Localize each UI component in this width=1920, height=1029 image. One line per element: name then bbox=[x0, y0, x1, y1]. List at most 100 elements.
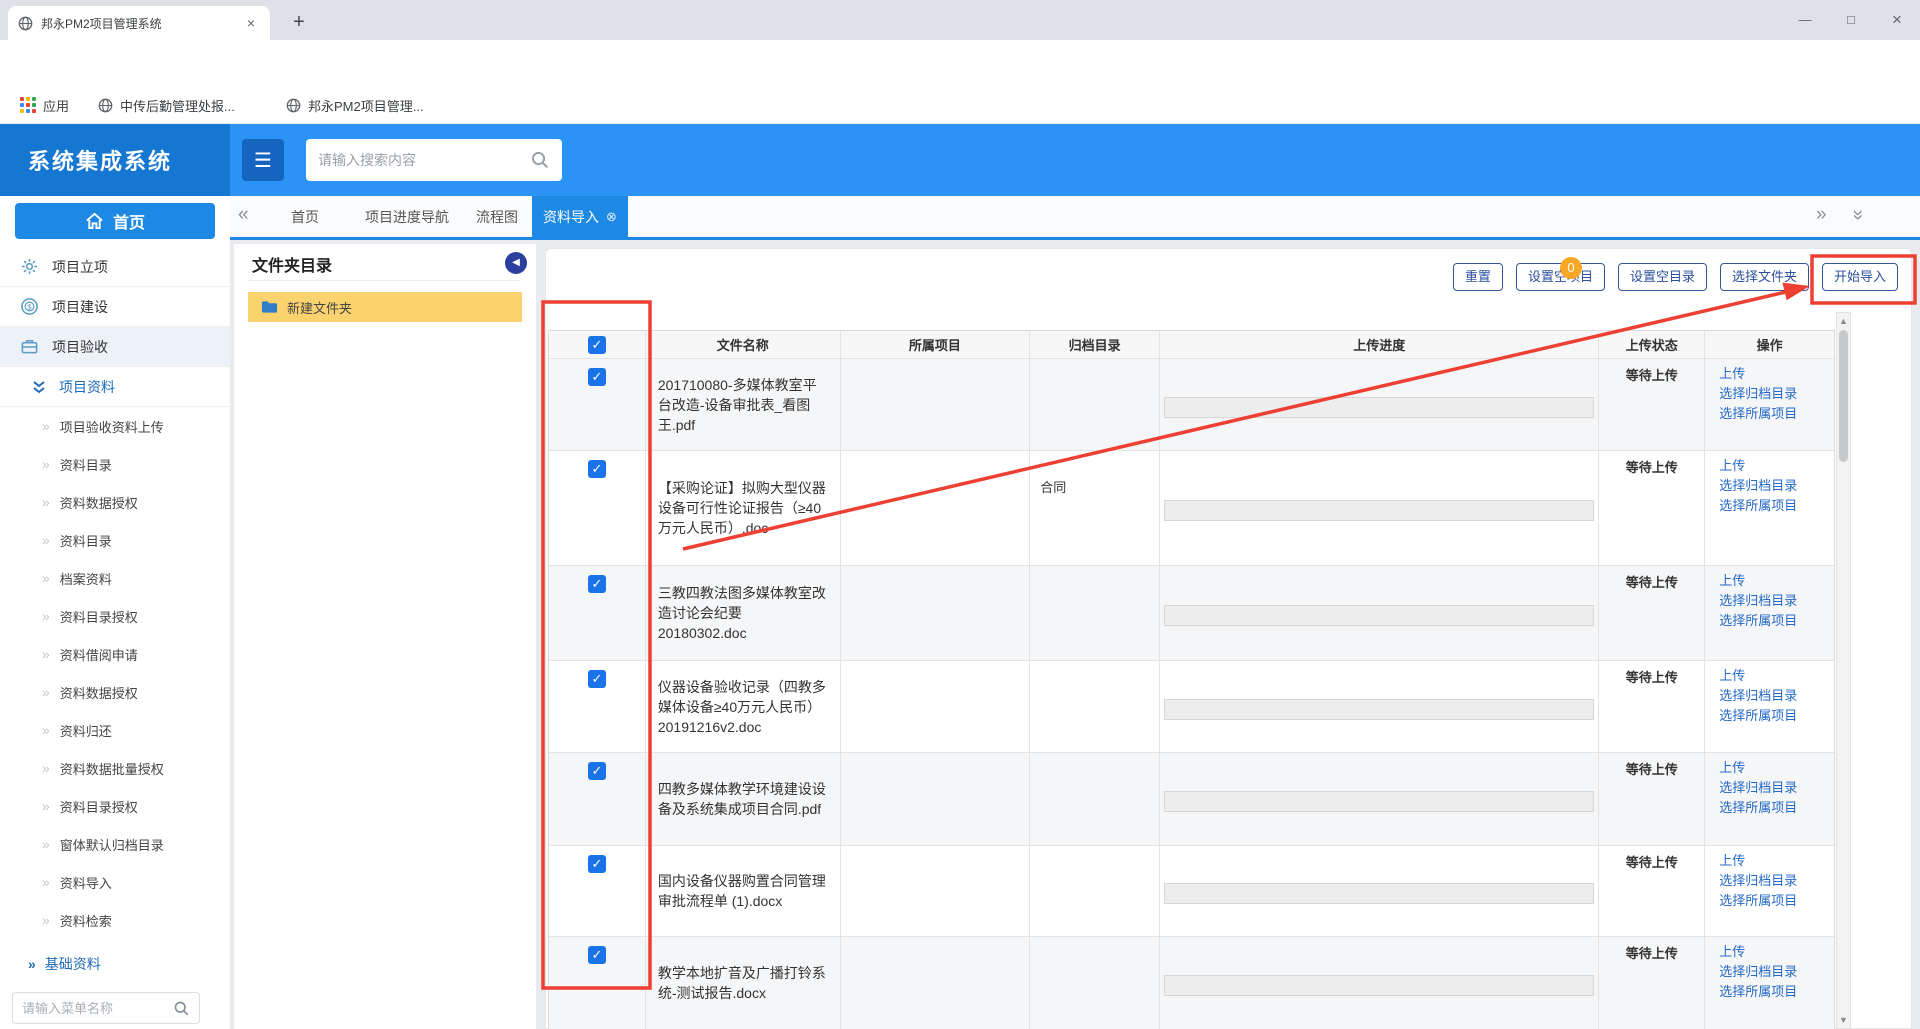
choose-project-link[interactable]: 选择所属项目 bbox=[1719, 706, 1834, 725]
choose-archive-dir-link[interactable]: 选择归档目录 bbox=[1719, 384, 1834, 403]
row-checkbox[interactable]: ✓ bbox=[588, 460, 606, 478]
panel-collapse-icon[interactable]: ◀ bbox=[505, 252, 527, 274]
table-row: ✓ 教学本地扩音及广播打铃系统-测试报告.docx 等待上传 上传 选择归档目录… bbox=[549, 937, 1834, 1029]
sidebar-subitem[interactable]: »资料导入 bbox=[0, 863, 230, 901]
browser-tab-title: 邦永PM2项目管理系统 bbox=[41, 15, 242, 32]
archive-dir-cell[interactable]: 合同 bbox=[1030, 451, 1159, 496]
sidebar-subitem[interactable]: »资料目录 bbox=[0, 521, 230, 559]
window-maximize-button[interactable]: □ bbox=[1828, 0, 1874, 40]
archive-dir-cell[interactable] bbox=[1030, 566, 1159, 592]
select-all-checkbox[interactable]: ✓ bbox=[588, 336, 606, 354]
folder-tree-item[interactable]: 新建文件夹 bbox=[248, 292, 522, 322]
sidebar-item-base-data[interactable]: »基础资料 bbox=[0, 944, 230, 984]
archive-dir-cell[interactable] bbox=[1030, 846, 1159, 872]
scroll-up-icon[interactable]: ▲ bbox=[1837, 316, 1850, 326]
table-row: ✓ 三教四教法图多媒体教室改造讨论会纪要20180302.doc 等待上传 上传… bbox=[549, 566, 1834, 661]
choose-archive-dir-link[interactable]: 选择归档目录 bbox=[1719, 871, 1834, 890]
new-tab-button[interactable]: + bbox=[284, 8, 314, 38]
table-scrollbar[interactable]: ▲ ▼ bbox=[1836, 312, 1851, 1029]
sidebar-item-project-construction[interactable]: $ 项目建设 bbox=[0, 287, 230, 327]
sidebar-subitem[interactable]: »资料数据批量授权 bbox=[0, 749, 230, 787]
project-cell[interactable] bbox=[841, 359, 1031, 450]
row-checkbox[interactable]: ✓ bbox=[588, 855, 606, 873]
choose-project-link[interactable]: 选择所属项目 bbox=[1719, 982, 1834, 1001]
global-search-input[interactable] bbox=[318, 152, 530, 168]
choose-project-link[interactable]: 选择所属项目 bbox=[1719, 496, 1834, 515]
tab-close-icon[interactable]: × bbox=[242, 15, 260, 31]
search-icon[interactable] bbox=[173, 1000, 190, 1017]
window-close-button[interactable]: × bbox=[1874, 0, 1920, 40]
choose-archive-dir-link[interactable]: 选择归档目录 bbox=[1719, 476, 1834, 495]
menu-search-input[interactable] bbox=[22, 1001, 173, 1016]
start-import-button[interactable]: 开始导入 bbox=[1822, 263, 1898, 291]
project-cell[interactable] bbox=[841, 661, 1031, 752]
sidebar-subitem[interactable]: »资料数据授权 bbox=[0, 483, 230, 521]
choose-archive-dir-link[interactable]: 选择归档目录 bbox=[1719, 962, 1834, 981]
scrollbar-thumb[interactable] bbox=[1839, 330, 1848, 462]
row-checkbox[interactable]: ✓ bbox=[588, 946, 606, 964]
sidebar-subitem[interactable]: »资料目录授权 bbox=[0, 787, 230, 825]
archive-dir-cell[interactable] bbox=[1030, 661, 1159, 687]
sidebar-subitem[interactable]: »窗体默认归档目录 bbox=[0, 825, 230, 863]
apps-shortcut[interactable]: 应用 bbox=[20, 86, 69, 124]
sidebar-item-project-acceptance[interactable]: 项目验收 bbox=[0, 327, 230, 367]
tabs-scroll-left-icon[interactable]: « bbox=[238, 204, 249, 226]
row-checkbox[interactable]: ✓ bbox=[588, 670, 606, 688]
upload-link[interactable]: 上传 bbox=[1719, 456, 1834, 475]
sidebar-subitem[interactable]: »项目验收资料上传 bbox=[0, 407, 230, 445]
bookmark-item[interactable]: 邦永PM2项目管理... bbox=[286, 86, 424, 124]
row-checkbox[interactable]: ✓ bbox=[588, 575, 606, 593]
bookmark-item[interactable]: 中传后勤管理处报... bbox=[98, 86, 235, 124]
sidebar-toggle-icon: ☰ bbox=[254, 148, 272, 173]
worktab-data-import[interactable]: 资料导入 ⊗ bbox=[532, 196, 628, 237]
window-minimize-button[interactable]: — bbox=[1782, 0, 1828, 40]
worktab-home[interactable]: 首页 bbox=[270, 196, 340, 237]
sidebar-subitem[interactable]: »资料借阅申请 bbox=[0, 635, 230, 673]
row-checkbox[interactable]: ✓ bbox=[588, 762, 606, 780]
worktab-close-icon[interactable]: ⊗ bbox=[606, 209, 617, 225]
choose-archive-dir-link[interactable]: 选择归档目录 bbox=[1719, 778, 1834, 797]
row-checkbox[interactable]: ✓ bbox=[588, 368, 606, 386]
choose-archive-dir-link[interactable]: 选择归档目录 bbox=[1719, 591, 1834, 610]
choose-project-link[interactable]: 选择所属项目 bbox=[1719, 891, 1834, 910]
sidebar-subitem[interactable]: »资料检索 bbox=[0, 901, 230, 939]
upload-link[interactable]: 上传 bbox=[1719, 942, 1834, 961]
upload-link[interactable]: 上传 bbox=[1719, 666, 1834, 685]
double-arrow-icon: » bbox=[42, 722, 50, 738]
sidebar-toggle-button[interactable]: ☰ bbox=[242, 139, 284, 181]
choose-project-link[interactable]: 选择所属项目 bbox=[1719, 611, 1834, 630]
tabs-collapse-icon[interactable]: » bbox=[1846, 210, 1868, 221]
sidebar-item-project-initiation[interactable]: 项目立项 bbox=[0, 247, 230, 287]
search-icon[interactable] bbox=[530, 150, 550, 170]
scroll-down-icon[interactable]: ▼ bbox=[1837, 1015, 1850, 1025]
project-cell[interactable] bbox=[841, 451, 1031, 565]
archive-dir-cell[interactable] bbox=[1030, 359, 1159, 385]
upload-link[interactable]: 上传 bbox=[1719, 364, 1834, 383]
upload-link[interactable]: 上传 bbox=[1719, 571, 1834, 590]
home-icon bbox=[85, 212, 104, 230]
project-cell[interactable] bbox=[841, 846, 1031, 936]
choose-project-link[interactable]: 选择所属项目 bbox=[1719, 404, 1834, 423]
reset-button[interactable]: 重置 bbox=[1453, 263, 1503, 291]
sidebar-subitem[interactable]: »资料数据授权 bbox=[0, 673, 230, 711]
sidebar-subitem[interactable]: »资料目录授权 bbox=[0, 597, 230, 635]
browser-tab[interactable]: 邦永PM2项目管理系统 × bbox=[8, 6, 270, 40]
set-empty-directory-button[interactable]: 设置空目录 bbox=[1618, 263, 1707, 291]
choose-folder-button[interactable]: 选择文件夹 bbox=[1720, 263, 1809, 291]
worktab-flowchart[interactable]: 流程图 bbox=[452, 196, 542, 237]
archive-dir-cell[interactable] bbox=[1030, 753, 1159, 779]
sidebar-home-button[interactable]: 首页 bbox=[15, 203, 215, 239]
sidebar-subitem[interactable]: »资料目录 bbox=[0, 445, 230, 483]
project-cell[interactable] bbox=[841, 753, 1031, 845]
upload-link[interactable]: 上传 bbox=[1719, 851, 1834, 870]
project-cell[interactable] bbox=[841, 566, 1031, 660]
sidebar-subitem[interactable]: »资料归还 bbox=[0, 711, 230, 749]
choose-archive-dir-link[interactable]: 选择归档目录 bbox=[1719, 686, 1834, 705]
sidebar-subitem[interactable]: »档案资料 bbox=[0, 559, 230, 597]
upload-link[interactable]: 上传 bbox=[1719, 758, 1834, 777]
choose-project-link[interactable]: 选择所属项目 bbox=[1719, 798, 1834, 817]
tabs-scroll-right-icon[interactable]: » bbox=[1816, 204, 1827, 226]
project-cell[interactable] bbox=[841, 937, 1031, 1029]
archive-dir-cell[interactable] bbox=[1030, 937, 1159, 963]
sidebar-item-project-documents[interactable]: 项目资料 bbox=[0, 367, 230, 407]
